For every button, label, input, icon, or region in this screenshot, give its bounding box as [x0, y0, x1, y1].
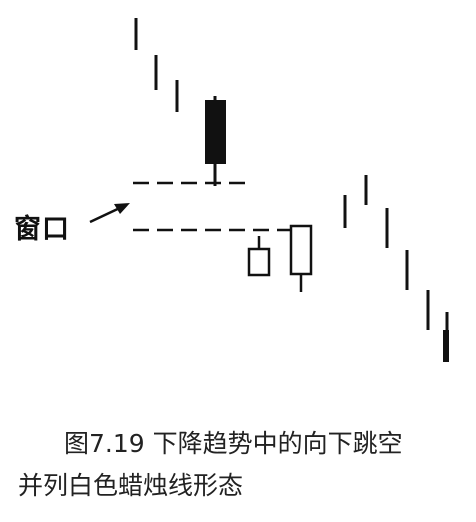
window-annotation-label: 窗口 [14, 214, 70, 245]
candlestick-diagram [89, 18, 449, 362]
edge-candle [443, 330, 449, 362]
figure-caption-line-1: 图7.19 下降趋势中的向下跳空 [64, 429, 403, 458]
white-candle-2 [289, 224, 313, 276]
white-candle-1 [247, 247, 271, 277]
figure-caption-line-2: 并列白色蜡烛线形态 [18, 471, 244, 500]
black-candle [205, 100, 226, 164]
